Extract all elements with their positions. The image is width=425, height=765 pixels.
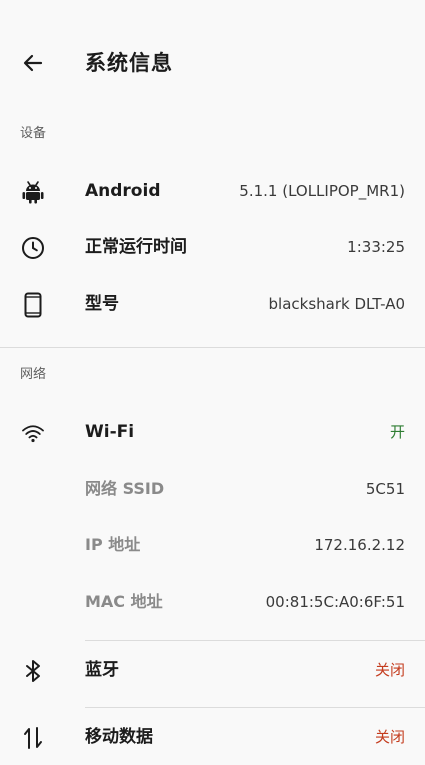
mobile-data-icon [18, 723, 48, 753]
section-header-network: 网络 [20, 367, 47, 382]
section-header-device: 设备 [20, 126, 47, 141]
bluetooth-status-value: 关闭 [374, 661, 405, 679]
mac-label: MAC 地址 [85, 592, 163, 611]
bluetooth-icon [18, 656, 48, 686]
uptime-value: 1:33:25 [347, 238, 405, 256]
android-icon [18, 177, 48, 207]
app-bar: 系统信息 [0, 0, 425, 125]
ip-value: 172.16.2.12 [314, 536, 405, 554]
page-title: 系统信息 [85, 51, 173, 75]
row-divider [85, 640, 425, 641]
row-uptime[interactable]: 正常运行时间 1:33:25 [0, 219, 425, 275]
mac-value: 00:81:5C:A0:6F:51 [265, 593, 405, 611]
row-wifi[interactable]: Wi-Fi 开 [0, 404, 425, 460]
clock-icon [18, 233, 48, 263]
ssid-label: 网络 SSID [85, 479, 165, 498]
android-label: Android [85, 181, 161, 201]
row-bluetooth[interactable]: 蓝牙 关闭 [0, 642, 425, 698]
mobile-data-label: 移动数据 [85, 727, 153, 747]
wifi-label: Wi-Fi [85, 422, 135, 442]
wifi-status-value: 开 [389, 423, 405, 441]
section-divider [0, 347, 425, 348]
model-label: 型号 [85, 294, 119, 314]
arrow-left-icon [23, 54, 43, 72]
row-divider [85, 707, 425, 708]
row-ssid: 网络 SSID 5C51 [0, 461, 425, 517]
ip-label: IP 地址 [85, 535, 141, 554]
row-model[interactable]: 型号 blackshark DLT-A0 [0, 276, 425, 332]
model-value: blackshark DLT-A0 [268, 295, 405, 313]
back-button[interactable] [14, 44, 52, 82]
row-mac: MAC 地址 00:81:5C:A0:6F:51 [0, 574, 425, 630]
row-ip: IP 地址 172.16.2.12 [0, 517, 425, 573]
android-version-value: 5.1.1 (LOLLIPOP_MR1) [239, 182, 405, 200]
wifi-icon [18, 418, 48, 448]
bluetooth-label: 蓝牙 [85, 660, 119, 680]
uptime-label: 正常运行时间 [85, 237, 187, 257]
mobile-data-status-value: 关闭 [374, 728, 405, 746]
row-android[interactable]: Android 5.1.1 (LOLLIPOP_MR1) [0, 163, 425, 219]
phone-icon [18, 290, 48, 320]
ssid-value: 5C51 [365, 480, 405, 498]
